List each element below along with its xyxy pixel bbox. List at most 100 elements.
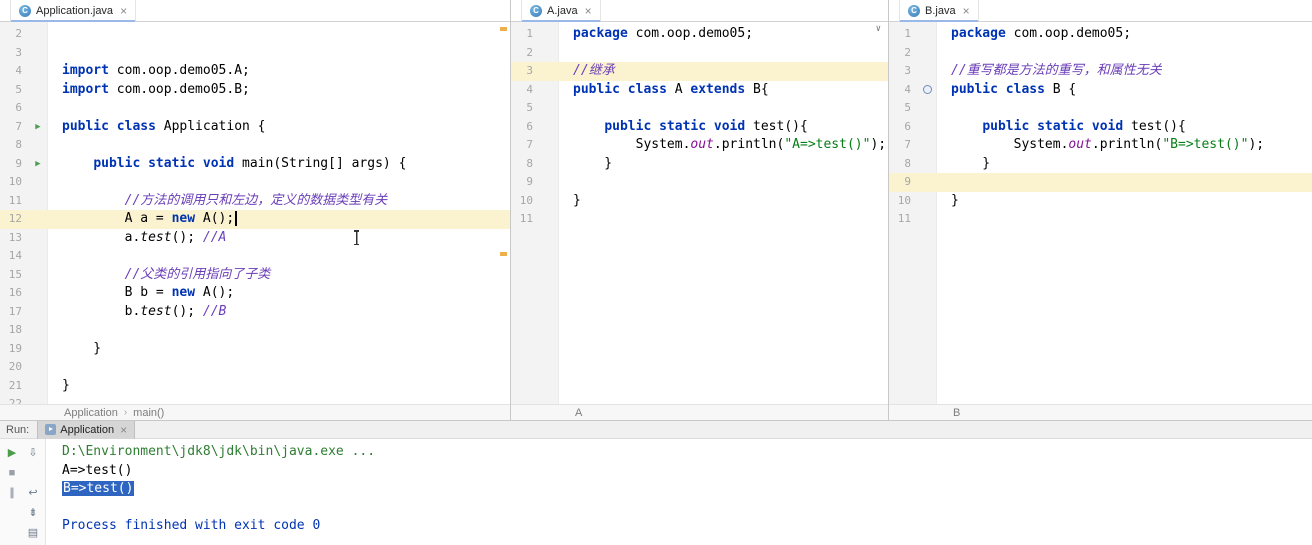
stop-icon[interactable]: ■ xyxy=(2,463,22,482)
soft-wrap-icon[interactable]: ↩ xyxy=(23,483,43,502)
code-text[interactable] xyxy=(937,210,1312,229)
code-editor[interactable]: 1 package com.oop.demo05; 2 3 //重写都是方法的重写，和属… xyxy=(889,22,1312,404)
code-line[interactable]: 10 xyxy=(0,173,510,192)
console-line[interactable]: Process finished with exit code 0 xyxy=(62,517,1312,536)
code-text[interactable] xyxy=(937,99,1312,118)
subclassed-gutter-icon[interactable] xyxy=(917,81,937,100)
code-line[interactable]: 4 import com.oop.demo05.A; xyxy=(0,62,510,81)
rerun-icon[interactable]: ▶ xyxy=(2,443,22,462)
code-line[interactable]: 11 xyxy=(889,210,1312,229)
code-line[interactable]: 1 package com.oop.demo05; xyxy=(511,25,888,44)
tab-b-java[interactable]: C B.java × xyxy=(899,0,979,22)
tab-a-java[interactable]: C A.java × xyxy=(521,0,601,22)
error-stripe-mark[interactable] xyxy=(500,27,507,31)
close-tab-icon[interactable]: × xyxy=(963,5,970,17)
code-line[interactable]: 10} xyxy=(511,192,888,211)
code-text[interactable]: } xyxy=(559,192,888,211)
close-tab-icon[interactable]: × xyxy=(120,5,127,17)
code-text[interactable] xyxy=(559,99,888,118)
run-gutter-icon[interactable]: ▶ xyxy=(28,155,48,174)
code-text[interactable]: } xyxy=(48,340,510,359)
code-text[interactable]: import com.oop.demo05.A; xyxy=(48,62,510,81)
code-text[interactable] xyxy=(559,210,888,229)
console-line[interactable]: B=>test() xyxy=(62,480,1312,499)
code-text[interactable] xyxy=(48,44,510,63)
code-line[interactable]: 5 xyxy=(889,99,1312,118)
code-line[interactable]: 21} xyxy=(0,377,510,396)
code-line[interactable]: 8 xyxy=(0,136,510,155)
code-text[interactable]: } xyxy=(937,192,1312,211)
code-text[interactable]: a.test(); //A xyxy=(48,229,510,248)
run-gutter-icon[interactable]: ▶ xyxy=(28,118,48,137)
code-text[interactable] xyxy=(937,44,1312,63)
code-line[interactable]: 4 public class A extends B{ xyxy=(511,81,888,100)
code-text[interactable] xyxy=(937,173,1312,192)
code-text[interactable]: A a = new A(); xyxy=(48,210,510,229)
code-text[interactable] xyxy=(559,173,888,192)
code-text[interactable]: System.out.println("A=>test()"); xyxy=(559,136,888,155)
code-line[interactable]: 14 xyxy=(0,247,510,266)
code-text[interactable]: package com.oop.demo05; xyxy=(559,25,888,44)
code-text[interactable] xyxy=(559,44,888,63)
code-text[interactable]: b.test(); //B xyxy=(48,303,510,322)
code-line[interactable]: 2 xyxy=(511,44,888,63)
code-line[interactable]: 10} xyxy=(889,192,1312,211)
code-line[interactable]: 15 //父类的引用指向了子类 xyxy=(0,266,510,285)
code-text[interactable]: public static void main(String[] args) { xyxy=(48,155,510,174)
code-text[interactable]: } xyxy=(48,377,510,396)
down-the-stack-trace-icon[interactable]: ⇩ xyxy=(23,443,43,462)
code-text[interactable]: B b = new A(); xyxy=(48,284,510,303)
code-line[interactable]: 6 public static void test(){ xyxy=(889,118,1312,137)
code-line[interactable]: 18 xyxy=(0,321,510,340)
console-output[interactable]: D:\Environment\jdk8\jdk\bin\java.exe ...… xyxy=(46,439,1312,545)
code-text[interactable] xyxy=(48,136,510,155)
code-text[interactable]: import com.oop.demo05.B; xyxy=(48,81,510,100)
code-editor[interactable]: ∨ 1 package com.oop.demo05; 2 3 //继承 4 public … xyxy=(511,22,888,404)
code-text[interactable] xyxy=(48,99,510,118)
code-text[interactable]: //继承 xyxy=(559,62,888,81)
code-line[interactable]: 20 xyxy=(0,358,510,377)
code-line[interactable]: 3 //重写都是方法的重写，和属性无关 xyxy=(889,62,1312,81)
code-line[interactable]: 2 xyxy=(889,44,1312,63)
code-text[interactable]: package com.oop.demo05; xyxy=(937,25,1312,44)
code-line[interactable]: 17 b.test(); //B xyxy=(0,303,510,322)
pause-output-icon[interactable]: ∥ xyxy=(2,483,22,502)
error-stripe-mark[interactable] xyxy=(500,252,507,256)
console-line[interactable]: D:\Environment\jdk8\jdk\bin\java.exe ... xyxy=(62,443,1312,462)
code-line[interactable]: 11 //方法的调用只和左边，定义的数据类型有关 xyxy=(0,192,510,211)
code-line[interactable]: 1 package com.oop.demo05; xyxy=(889,25,1312,44)
code-text[interactable] xyxy=(48,358,510,377)
code-line[interactable]: 6 public static void test(){ xyxy=(511,118,888,137)
code-text[interactable]: } xyxy=(559,155,888,174)
code-line[interactable]: 12 A a = new A(); xyxy=(0,210,510,229)
code-line[interactable]: 3 xyxy=(0,44,510,63)
code-text[interactable]: public class A extends B{ xyxy=(559,81,888,100)
code-line[interactable]: 19 } xyxy=(0,340,510,359)
code-text[interactable] xyxy=(48,25,510,44)
code-text[interactable]: //父类的引用指向了子类 xyxy=(48,266,510,285)
code-text[interactable]: System.out.println("B=>test()"); xyxy=(937,136,1312,155)
code-line[interactable]: 6 xyxy=(0,99,510,118)
code-text[interactable]: //方法的调用只和左边，定义的数据类型有关 xyxy=(48,192,510,211)
code-text[interactable]: } xyxy=(937,155,1312,174)
code-line[interactable]: 4 public class B { xyxy=(889,81,1312,100)
code-line[interactable]: 16 B b = new A(); xyxy=(0,284,510,303)
code-text[interactable]: public class B { xyxy=(937,81,1312,100)
code-editor[interactable]: 2 3 4 import com.oop.demo05.A; 5 import com.o… xyxy=(0,22,510,404)
code-line[interactable]: 5 xyxy=(511,99,888,118)
breadcrumb-item[interactable]: B xyxy=(953,407,960,419)
close-tab-icon[interactable]: × xyxy=(120,424,127,436)
code-line[interactable]: 9 ▶ public static void main(String[] args… xyxy=(0,155,510,174)
tab-application-java[interactable]: C Application.java × xyxy=(10,0,137,22)
run-tab-application[interactable]: Application × xyxy=(37,420,136,439)
console-line[interactable]: A=>test() xyxy=(62,462,1312,481)
code-text[interactable] xyxy=(48,321,510,340)
code-line[interactable]: 2 xyxy=(0,25,510,44)
code-line[interactable]: 8 } xyxy=(889,155,1312,174)
code-line[interactable]: 9 xyxy=(889,173,1312,192)
clear-all-icon[interactable]: ▤ xyxy=(23,523,43,542)
code-text[interactable] xyxy=(48,173,510,192)
code-text[interactable]: public static void test(){ xyxy=(937,118,1312,137)
code-text[interactable] xyxy=(48,247,510,266)
code-text[interactable] xyxy=(48,395,510,404)
